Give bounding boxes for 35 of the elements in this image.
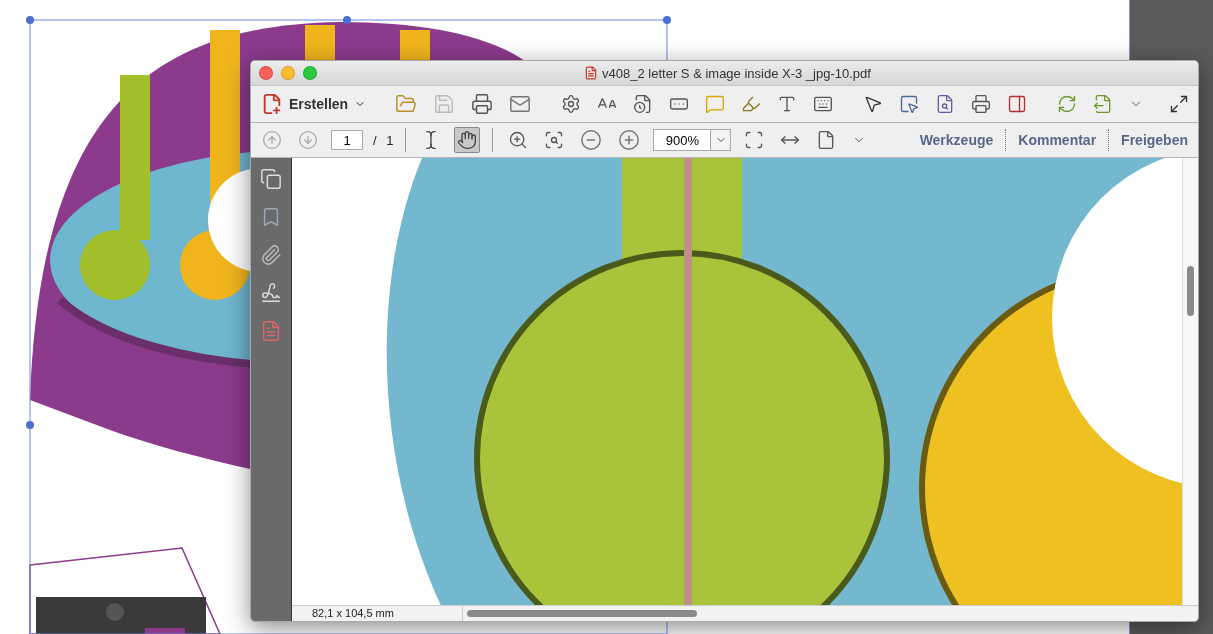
expand-icon[interactable] [1169,94,1190,114]
close-icon[interactable] [259,66,273,80]
typewriter-icon[interactable] [813,94,834,114]
maximize-icon[interactable] [303,66,317,80]
actual-size-icon[interactable] [744,130,765,150]
marquee-zoom-icon[interactable] [508,130,529,150]
new-file-icon [261,93,283,115]
mail-icon[interactable] [509,93,532,115]
page-number-field[interactable]: 1 [331,130,363,150]
settings-icon[interactable] [561,94,582,114]
page-size-label: 82,1 x 104,5 mm [292,606,463,621]
panel-tab[interactable]: Werkzeuge [917,132,996,148]
signature-icon[interactable] [260,282,282,304]
page-count: / 1 [373,132,394,148]
folder-icon[interactable] [395,93,418,115]
zoom-dropdown-button[interactable] [711,129,732,151]
window-title: v408_2 letter S & image inside X-3 _jpg-10.pdf [602,65,871,81]
zoom-in-icon[interactable] [618,129,641,151]
vertical-scrollbar[interactable] [1182,158,1198,605]
pdf-file-icon [584,66,599,80]
pages-icon[interactable] [260,168,282,190]
pointer-icon[interactable] [863,94,884,114]
create-button[interactable]: Erstellen [259,91,369,117]
zoom-field[interactable]: 900% [653,129,712,151]
select-object-icon[interactable] [899,94,920,114]
panel-tab[interactable]: Kommentar [1016,132,1099,148]
print-preview-icon[interactable] [971,94,992,114]
refresh-icon[interactable] [1057,94,1078,114]
zoom-out-icon[interactable] [580,129,603,151]
print-icon[interactable] [471,93,494,115]
text-edit-icon[interactable] [741,94,762,114]
panel-tab[interactable]: Freigeben [1119,132,1190,148]
dynamic-zoom-icon[interactable] [544,130,565,150]
hand-tool-icon[interactable] [454,127,481,153]
paperclip-icon[interactable] [260,244,282,266]
